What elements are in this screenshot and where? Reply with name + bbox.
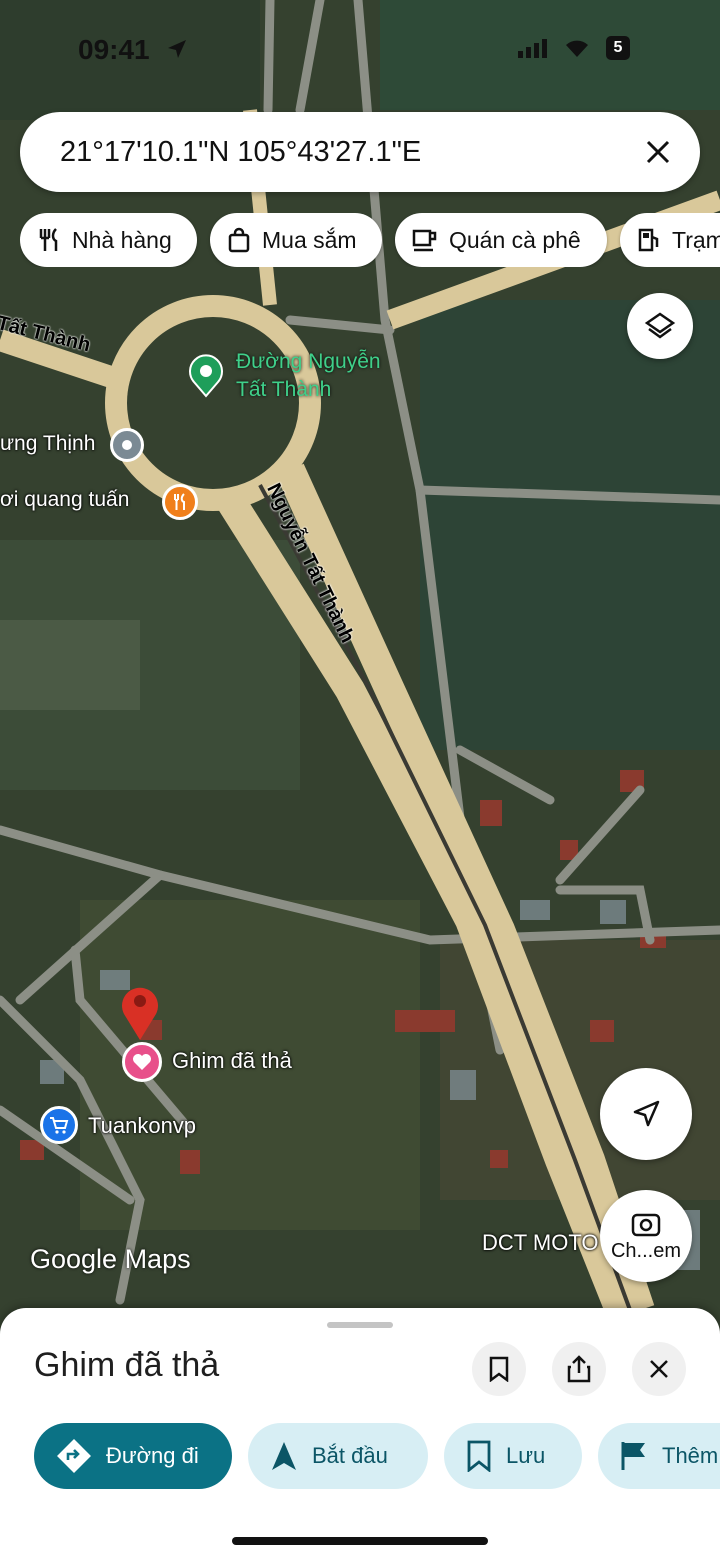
layers-button[interactable] (627, 293, 693, 359)
shopping-cart-icon (50, 1117, 69, 1134)
saved-heart-marker[interactable] (122, 1042, 162, 1082)
status-bar: 09:41 5 (0, 0, 720, 100)
camera-search-button[interactable]: Ch...em (600, 1190, 692, 1282)
directions-label: Đường đi (106, 1443, 199, 1468)
shopping-bag-icon (228, 227, 250, 253)
battery-icon: 5 (606, 36, 630, 60)
my-location-button[interactable] (600, 1068, 692, 1160)
bookmark-icon (489, 1356, 509, 1382)
directions-button[interactable]: Đường đi (34, 1423, 232, 1489)
dropped-pin-icon[interactable] (116, 980, 164, 1042)
start-button[interactable]: Bắt đầu (248, 1423, 428, 1489)
place-title: Ghim đã thả (34, 1346, 220, 1384)
more-button[interactable]: Thêm (598, 1423, 720, 1489)
drag-handle[interactable] (327, 1322, 393, 1328)
close-icon (650, 1360, 668, 1378)
share-button[interactable] (552, 1342, 606, 1396)
share-icon (567, 1355, 591, 1383)
poi-marker[interactable] (110, 428, 144, 462)
restaurant-icon (174, 493, 185, 510)
cellular-signal-icon (518, 39, 547, 58)
battery-level: 5 (613, 39, 623, 56)
close-sheet-button[interactable] (632, 1342, 686, 1396)
camera-lens-icon (631, 1213, 661, 1236)
bookmark-icon (467, 1440, 491, 1472)
layers-icon (644, 312, 676, 339)
coffee-icon (412, 229, 437, 252)
location-arrow-icon (168, 40, 186, 58)
start-label: Bắt đầu (312, 1443, 388, 1468)
landmark-label[interactable]: Đường Nguyễn Tất Thành (236, 348, 381, 404)
camera-label: Ch...em (610, 1239, 682, 1262)
chip-label: Quán cà phê (449, 226, 581, 253)
flag-icon (621, 1442, 645, 1470)
chip-coffee[interactable]: Quán cà phê (395, 213, 607, 267)
place-bottom-sheet[interactable]: Ghim đã thả Đường đi Bắt đầu Lưu Thêm (0, 1308, 720, 1560)
search-input[interactable]: 21°17'10.1"N 105°43'27.1"E (60, 136, 421, 169)
search-bar[interactable]: 21°17'10.1"N 105°43'27.1"E (20, 112, 700, 192)
google-maps-watermark: Google Maps (30, 1244, 191, 1274)
business-label[interactable]: DCT MOTO (482, 1230, 599, 1256)
save-label: Lưu (506, 1443, 546, 1468)
chip-gas-station[interactable]: Trạm (620, 213, 720, 267)
dot-icon (122, 440, 132, 450)
navigation-arrow-icon (633, 1100, 660, 1127)
shop-marker[interactable] (40, 1106, 78, 1144)
poi-label[interactable]: ưng Thịnh (0, 432, 95, 456)
chip-shopping[interactable]: Mua sắm (210, 213, 382, 267)
chip-label: Trạm (672, 226, 720, 253)
pin-label[interactable]: Ghim đã thả (172, 1048, 292, 1074)
wifi-icon (566, 40, 588, 57)
chip-restaurants[interactable]: Nhà hàng (20, 213, 197, 267)
more-label: Thêm (662, 1443, 719, 1468)
save-icon-button[interactable] (472, 1342, 526, 1396)
directions-icon (57, 1439, 91, 1473)
place-marker-icon[interactable] (186, 354, 226, 398)
chip-label: Nhà hàng (72, 226, 172, 253)
restaurant-icon (39, 228, 58, 251)
category-chips: Nhà hàng Mua sắm Quán cà phê Trạm (20, 213, 720, 267)
chip-label: Mua sắm (262, 226, 357, 253)
clock: 09:41 (78, 34, 150, 65)
heart-icon (133, 1054, 151, 1070)
save-button[interactable]: Lưu (444, 1423, 582, 1489)
shop-label[interactable]: Tuankonvp (88, 1113, 196, 1139)
gas-station-icon (638, 228, 659, 252)
navigation-arrow-icon (272, 1442, 296, 1470)
restaurant-marker[interactable] (162, 484, 198, 520)
poi-label[interactable]: ơi quang tuấn (0, 488, 129, 512)
close-icon[interactable] (642, 136, 674, 168)
home-indicator[interactable] (232, 1537, 488, 1545)
